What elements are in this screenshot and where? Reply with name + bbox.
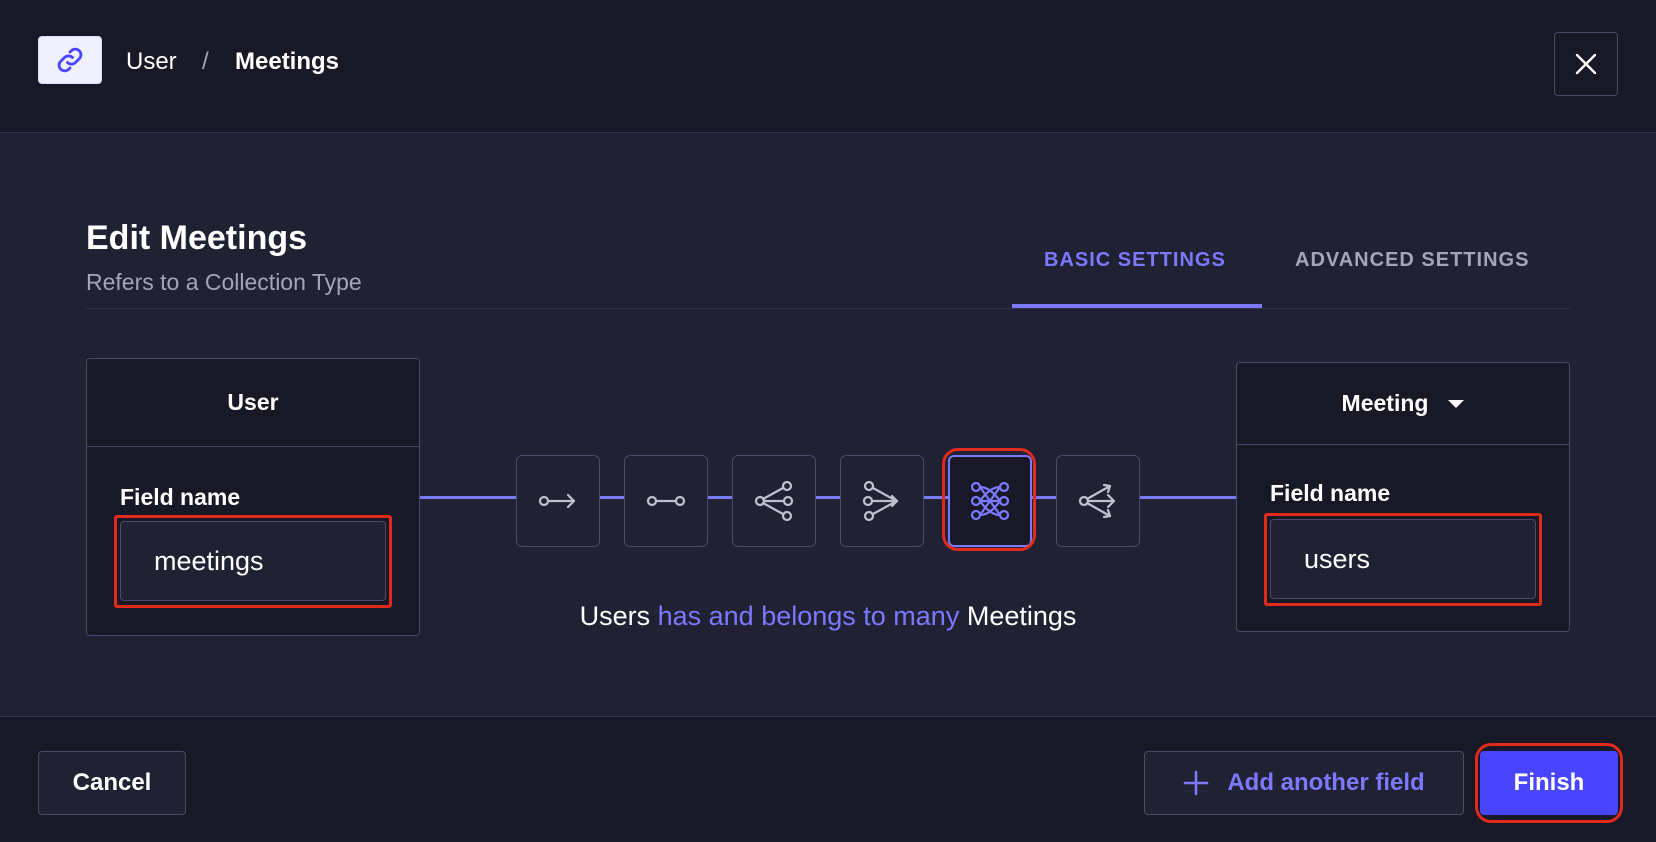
relation-description: Users has and belongs to many Meetings — [0, 598, 1656, 634]
source-field-label: Field name — [120, 484, 241, 510]
one-to-one-icon — [646, 495, 686, 507]
close-button[interactable] — [1554, 32, 1618, 96]
relation-one-way-button[interactable] — [516, 455, 600, 547]
link-icon — [38, 36, 102, 84]
relation-many-way-button[interactable] — [1056, 455, 1140, 547]
add-another-field-button[interactable]: Add another field — [1144, 751, 1464, 815]
source-field-name-input[interactable] — [120, 521, 386, 601]
target-collection-name: Meeting — [1341, 390, 1429, 416]
relation-subject: Users — [579, 601, 651, 631]
source-collection-box: User Field name — [86, 358, 420, 636]
relation-modal: User / Meetings Edit Meetings Refers to … — [0, 0, 1656, 842]
caret-down-icon — [1448, 399, 1465, 408]
page-title: Edit Meetings — [86, 219, 308, 257]
relation-verb: has and belongs to many — [657, 601, 960, 631]
cancel-button[interactable]: Cancel — [38, 751, 186, 815]
relation-one-to-one-button[interactable] — [624, 455, 708, 547]
target-field-label: Field name — [1270, 480, 1391, 506]
active-tab-indicator — [1012, 304, 1262, 308]
target-collection-select[interactable]: Meeting — [1237, 363, 1569, 445]
relation-one-to-many-button[interactable] — [732, 455, 816, 547]
tab-basic-settings[interactable]: BASIC SETTINGS — [1044, 246, 1226, 274]
source-collection-name: User — [87, 359, 419, 447]
many-to-many-icon — [970, 481, 1010, 521]
finish-button[interactable]: Finish — [1480, 751, 1618, 815]
breadcrumb-parent: User — [126, 48, 177, 75]
tab-advanced-settings[interactable]: ADVANCED SETTINGS — [1295, 246, 1529, 274]
relation-many-to-many-button[interactable] — [948, 455, 1032, 547]
close-icon — [1575, 53, 1597, 75]
target-field-name-input[interactable] — [1270, 519, 1536, 599]
relation-object: Meetings — [966, 601, 1077, 631]
one-to-many-icon — [754, 480, 794, 522]
add-another-field-label: Add another field — [1227, 769, 1425, 796]
plus-icon — [1184, 770, 1209, 796]
target-collection-box: Meeting Field name — [1236, 362, 1570, 632]
one-way-icon — [538, 493, 576, 509]
relation-many-to-one-button[interactable] — [840, 455, 924, 547]
tabs-divider — [86, 308, 1570, 309]
many-way-icon — [1078, 483, 1116, 519]
page-subtitle: Refers to a Collection Type — [86, 269, 362, 295]
breadcrumb-separator: / — [202, 48, 209, 75]
many-to-one-icon — [862, 480, 899, 522]
modal-footer: Cancel Add another field Finish — [0, 716, 1656, 842]
modal-header: User / Meetings — [0, 0, 1656, 133]
breadcrumb-current: Meetings — [235, 48, 340, 75]
